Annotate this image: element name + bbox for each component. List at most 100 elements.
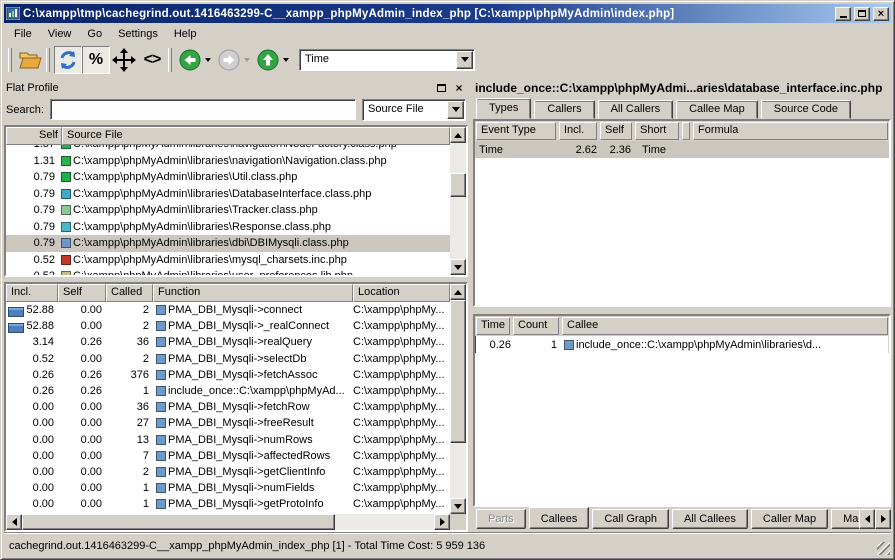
column-header-short[interactable]: Short: [635, 122, 679, 140]
scroll-up-button[interactable]: [450, 284, 466, 300]
percent-button[interactable]: %: [82, 46, 110, 74]
function-row[interactable]: 0.260.261include_once::C:\xampp\phpMyAd.…: [6, 383, 450, 399]
tab-callee-map[interactable]: Callee Map: [676, 100, 758, 119]
function-row[interactable]: 0.000.0036PMA_DBI_Mysqli->fetchRowC:\xam…: [6, 399, 450, 415]
callee-row[interactable]: 0.26 1 include_once::C:\xampp\phpMyAdmin…: [475, 336, 889, 353]
event-type-self: 2.36: [597, 144, 631, 156]
tab-scroll-left-button[interactable]: [859, 509, 875, 529]
move-button[interactable]: [110, 46, 138, 74]
expand-horizontal-button[interactable]: <>: [138, 46, 166, 74]
scrollbar-track[interactable]: [450, 300, 466, 498]
source-file-row[interactable]: 0.79C:\xampp\phpMyAdmin\libraries\Respon…: [6, 219, 450, 236]
tab-callers[interactable]: Callers: [534, 100, 594, 119]
combobox-dropdown-button[interactable]: [447, 101, 464, 119]
source-file-row[interactable]: 0.79C:\xampp\phpMyAdmin\libraries\Databa…: [6, 186, 450, 203]
column-header-callee[interactable]: Callee: [562, 317, 888, 335]
tab-parts[interactable]: Parts: [476, 509, 526, 529]
dock-titlebar[interactable]: Flat Profile ×: [4, 79, 468, 96]
function-row[interactable]: 0.000.007PMA_DBI_Mysqli->affectedRowsC:\…: [6, 448, 450, 464]
forward-button[interactable]: [215, 46, 243, 74]
scrollbar-track[interactable]: [450, 143, 466, 259]
function-row[interactable]: 0.000.0013PMA_DBI_Mysqli->numRowsC:\xamp…: [6, 432, 450, 448]
scroll-down-button[interactable]: [450, 259, 466, 275]
column-header-called[interactable]: Called: [106, 284, 153, 302]
function-row[interactable]: 0.520.002PMA_DBI_Mysqli->selectDbC:\xamp…: [6, 351, 450, 367]
scroll-down-button[interactable]: [450, 498, 466, 514]
column-header-function[interactable]: Function: [153, 284, 353, 302]
source-file-row[interactable]: 0.52C:\xampp\phpMyAdmin\libraries\mysql_…: [6, 252, 450, 269]
back-button[interactable]: [176, 46, 204, 74]
function-row[interactable]: 0.260.26376PMA_DBI_Mysqli->fetchAssocC:\…: [6, 367, 450, 383]
column-header-self[interactable]: Self: [600, 122, 632, 140]
toolbar-handle[interactable]: [46, 48, 50, 72]
minimize-button[interactable]: [835, 7, 851, 21]
event-type-row[interactable]: Time 2.62 2.36 Time: [475, 141, 889, 158]
dock-float-button[interactable]: [434, 81, 448, 94]
function-row[interactable]: 52.880.002PMA_DBI_Mysqli->_realConnectC:…: [6, 318, 450, 334]
scrollbar-track[interactable]: [22, 514, 434, 530]
event-type-combobox[interactable]: Time: [299, 49, 475, 71]
menu-help[interactable]: Help: [166, 26, 205, 43]
tab-types[interactable]: Types: [476, 98, 531, 119]
up-button[interactable]: [254, 46, 282, 74]
maximize-button[interactable]: [854, 7, 870, 21]
function-row[interactable]: 52.880.002PMA_DBI_Mysqli->connectC:\xamp…: [6, 302, 450, 318]
close-button[interactable]: ×: [873, 7, 889, 21]
tab-callees[interactable]: Callees: [529, 507, 590, 529]
column-header-event-type[interactable]: Event Type: [476, 122, 556, 140]
column-header-time[interactable]: Time: [476, 317, 510, 335]
scrollbar-thumb[interactable]: [450, 300, 466, 443]
up-dropdown-icon[interactable]: [283, 58, 289, 62]
tab-all-callers[interactable]: All Callers: [598, 100, 674, 119]
refresh-button[interactable]: [54, 46, 82, 74]
tab-scroll-right-button[interactable]: [875, 509, 891, 529]
vertical-scrollbar[interactable]: [450, 284, 466, 514]
source-file-row[interactable]: 0.52C:\xampp\phpMyAdmin\libraries\user_p…: [6, 268, 450, 275]
source-file-row[interactable]: 0.79C:\xampp\phpMyAdmin\libraries\dbi\DB…: [6, 235, 450, 252]
back-dropdown-icon[interactable]: [205, 58, 211, 62]
scrollbar-thumb[interactable]: [450, 173, 466, 197]
column-header-location[interactable]: Location: [353, 284, 450, 302]
column-header-formula[interactable]: Formula: [693, 122, 888, 140]
toolbar-handle[interactable]: [168, 48, 172, 72]
group-combobox[interactable]: Source File: [362, 99, 466, 121]
combobox-dropdown-button[interactable]: [456, 51, 473, 69]
column-header-self[interactable]: Self: [58, 284, 106, 302]
scrollbar-thumb[interactable]: [22, 514, 335, 530]
function-row[interactable]: 0.000.002PMA_DBI_Mysqli->getClientInfoC:…: [6, 464, 450, 480]
tab-scroll-buttons: [859, 509, 891, 529]
toolbar-handle[interactable]: [8, 48, 12, 72]
source-file-row[interactable]: 0.79C:\xampp\phpMyAdmin\libraries\Util.c…: [6, 169, 450, 186]
dock-close-button[interactable]: ×: [452, 81, 466, 94]
horizontal-scrollbar[interactable]: [6, 514, 450, 530]
source-file-row[interactable]: 0.79C:\xampp\phpMyAdmin\libraries\Tracke…: [6, 202, 450, 219]
scroll-up-button[interactable]: [450, 127, 466, 143]
open-file-button[interactable]: [16, 46, 44, 74]
scroll-left-button[interactable]: [6, 514, 22, 530]
function-row[interactable]: 0.000.001PMA_DBI_Mysqli->numFieldsC:\xam…: [6, 480, 450, 496]
tab-all-callees[interactable]: All Callees: [672, 509, 748, 529]
column-header-incl[interactable]: Incl.: [6, 284, 58, 302]
forward-dropdown-icon[interactable]: [244, 58, 250, 62]
menu-file[interactable]: File: [6, 26, 40, 43]
scroll-right-button[interactable]: [434, 514, 450, 530]
tab-source-code[interactable]: Source Code: [761, 100, 851, 119]
source-file-row[interactable]: 1.37C:\xampp\phpMyAdmin\libraries\naviga…: [6, 145, 450, 153]
column-header-source-file[interactable]: Source File: [62, 127, 450, 145]
column-header-count[interactable]: Count: [513, 317, 559, 335]
titlebar[interactable]: C:\xampp\tmp\cachegrind.out.1416463299-C…: [4, 4, 891, 23]
function-row[interactable]: 0.000.001PMA_DBI_Mysqli->getProtoInfoC:\…: [6, 496, 450, 512]
source-file-row[interactable]: 1.31C:\xampp\phpMyAdmin\libraries\naviga…: [6, 153, 450, 170]
column-header-self[interactable]: Self: [6, 127, 62, 145]
column-header-incl[interactable]: Incl.: [559, 122, 597, 140]
menu-settings[interactable]: Settings: [110, 26, 166, 43]
menu-view[interactable]: View: [40, 26, 80, 43]
search-input[interactable]: [50, 99, 356, 120]
function-row[interactable]: 3.140.2636PMA_DBI_Mysqli->realQueryC:\xa…: [6, 334, 450, 350]
resize-grip[interactable]: [877, 542, 890, 555]
tab-call-graph[interactable]: Call Graph: [592, 509, 669, 529]
tab-caller-map[interactable]: Caller Map: [751, 509, 828, 529]
function-row[interactable]: 0.000.0027PMA_DBI_Mysqli->freeResultC:\x…: [6, 415, 450, 431]
menu-go[interactable]: Go: [79, 26, 110, 43]
vertical-scrollbar[interactable]: [450, 127, 466, 275]
